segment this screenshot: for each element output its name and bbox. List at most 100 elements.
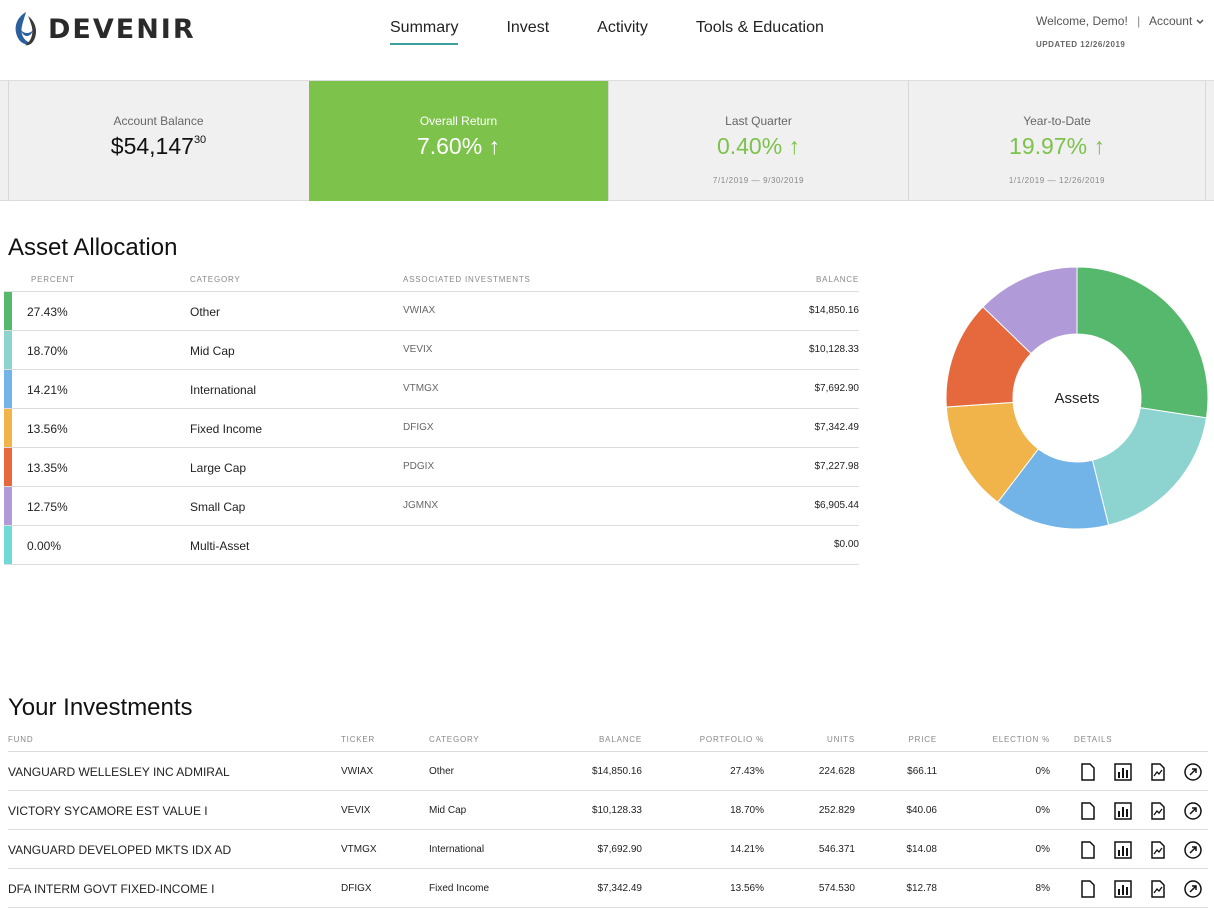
your-investments-title: Your Investments bbox=[8, 694, 193, 721]
fund-portfolio: 14.21% bbox=[730, 844, 764, 855]
external-link-icon[interactable] bbox=[1183, 879, 1203, 899]
allocation-row: 0.00% Multi-Asset $0.00 bbox=[4, 526, 859, 565]
category-swatch bbox=[4, 487, 12, 525]
account-menu[interactable]: Account bbox=[1149, 14, 1204, 28]
row-investments: PDGIX bbox=[403, 461, 435, 472]
external-link-icon[interactable] bbox=[1183, 762, 1203, 782]
table-header: PERCENT CATEGORY ASSOCIATED INVESTMENTS … bbox=[4, 270, 859, 292]
fund-name: VANGUARD DEVELOPED MKTS IDX AD bbox=[8, 843, 232, 857]
line-chart-icon[interactable] bbox=[1148, 762, 1168, 782]
fund-units: 574.530 bbox=[818, 883, 855, 894]
category-swatch bbox=[4, 292, 12, 330]
investment-row: VANGUARD WELLESLEY INC ADMIRAL VWIAX Other… bbox=[8, 752, 1208, 791]
document-icon[interactable] bbox=[1078, 879, 1098, 899]
col-fund: FUND bbox=[8, 735, 34, 744]
stat-last-quarter: Last Quarter 0.40% ↑ 7/1/2019 — 9/30/201… bbox=[608, 81, 908, 201]
brand-logo[interactable]: DEVENIR bbox=[10, 10, 196, 48]
fund-balance: $7,692.90 bbox=[597, 844, 643, 855]
nav-invest[interactable]: Invest bbox=[506, 19, 549, 45]
row-investments: VEVIX bbox=[403, 344, 433, 355]
assets-donut-chart: Assets bbox=[945, 266, 1210, 531]
main-nav: Summary Invest Activity Tools & Educatio… bbox=[390, 19, 872, 45]
investment-row: VICTORY SYCAMORE EST VALUE I VEVIX Mid Cap… bbox=[8, 791, 1208, 830]
row-balance: $7,342.49 bbox=[814, 422, 860, 433]
row-category: Multi-Asset bbox=[190, 539, 250, 553]
overall-return-value: 7.60% ↑ bbox=[416, 133, 501, 159]
row-percent: 13.35% bbox=[27, 461, 68, 475]
welcome-text: Welcome, Demo! bbox=[1036, 14, 1128, 28]
col-balance: BALANCE bbox=[599, 735, 642, 744]
line-chart-icon[interactable] bbox=[1148, 840, 1168, 860]
stat-label: Account Balance bbox=[113, 114, 204, 128]
fund-election: 0% bbox=[1035, 805, 1050, 816]
row-category: Fixed Income bbox=[190, 422, 263, 436]
fund-balance: $10,128.33 bbox=[591, 805, 642, 816]
ytd-range: 1/1/2019 — 12/26/2019 bbox=[1008, 176, 1106, 185]
row-investments: DFIGX bbox=[403, 422, 434, 433]
stat-overall-return: Overall Return 7.60% ↑ bbox=[309, 81, 608, 201]
document-icon[interactable] bbox=[1078, 840, 1098, 860]
fund-price: $12.78 bbox=[906, 883, 937, 894]
col-investments: ASSOCIATED INVESTMENTS bbox=[403, 275, 531, 284]
chevron-down-icon bbox=[1196, 19, 1204, 24]
row-balance: $10,128.33 bbox=[808, 344, 859, 355]
row-investments: VWIAX bbox=[403, 305, 436, 316]
brand-name: DEVENIR bbox=[48, 13, 196, 45]
row-category: Small Cap bbox=[190, 500, 246, 514]
nav-summary[interactable]: Summary bbox=[390, 19, 459, 45]
ytd-value: 19.97% ↑ bbox=[1009, 133, 1105, 159]
row-balance: $14,850.16 bbox=[808, 305, 859, 316]
fund-balance: $14,850.16 bbox=[591, 766, 642, 777]
row-investments: JGMNX bbox=[403, 500, 438, 511]
allocation-row: 12.75% Small Cap JGMNX $6,905.44 bbox=[4, 487, 859, 526]
fund-category: Mid Cap bbox=[429, 805, 467, 816]
fund-portfolio: 13.56% bbox=[730, 883, 764, 894]
account-balance-value: $54,14730 bbox=[9, 133, 308, 160]
category-swatch bbox=[4, 526, 12, 564]
col-category: CATEGORY bbox=[190, 275, 241, 284]
line-chart-icon[interactable] bbox=[1148, 879, 1168, 899]
allocation-row: 14.21% International VTMGX $7,692.90 bbox=[4, 370, 859, 409]
stat-label: Overall Return bbox=[419, 114, 498, 128]
line-chart-icon[interactable] bbox=[1148, 801, 1168, 821]
asset-allocation-title: Asset Allocation bbox=[8, 234, 178, 261]
row-balance: $6,905.44 bbox=[814, 500, 860, 511]
bar-chart-icon[interactable] bbox=[1113, 840, 1133, 860]
fund-portfolio: 18.70% bbox=[730, 805, 764, 816]
stat-label: Year-to-Date bbox=[1023, 114, 1091, 128]
row-category: Other bbox=[190, 305, 221, 319]
asset-allocation-table: PERCENT CATEGORY ASSOCIATED INVESTMENTS … bbox=[4, 270, 859, 565]
nav-tools-education[interactable]: Tools & Education bbox=[696, 19, 824, 45]
account-label: Account bbox=[1148, 14, 1193, 28]
external-link-icon[interactable] bbox=[1183, 840, 1203, 860]
stat-account-balance: Account Balance $54,14730 bbox=[8, 81, 308, 201]
bar-chart-icon[interactable] bbox=[1113, 801, 1133, 821]
donut-slice-mid-cap[interactable] bbox=[1091, 407, 1208, 526]
user-separator: | bbox=[1137, 14, 1141, 28]
bar-chart-icon[interactable] bbox=[1113, 762, 1133, 782]
col-balance: BALANCE bbox=[816, 275, 859, 284]
investments-table: FUND TICKER CATEGORY BALANCE PORTFOLIO %… bbox=[8, 730, 1208, 908]
allocation-row: 13.56% Fixed Income DFIGX $7,342.49 bbox=[4, 409, 859, 448]
fund-units: 224.628 bbox=[818, 766, 855, 777]
document-icon[interactable] bbox=[1078, 801, 1098, 821]
row-percent: 0.00% bbox=[27, 539, 62, 553]
fund-price: $66.11 bbox=[907, 766, 937, 777]
document-icon[interactable] bbox=[1078, 762, 1098, 782]
external-link-icon[interactable] bbox=[1183, 801, 1203, 821]
category-swatch bbox=[4, 331, 12, 369]
fund-ticker: VEVIX bbox=[341, 805, 371, 816]
fund-election: 0% bbox=[1035, 766, 1050, 777]
col-percent: PERCENT bbox=[31, 275, 75, 284]
fund-units: 546.371 bbox=[818, 844, 855, 855]
balance-dollars: $54,147 bbox=[110, 133, 194, 159]
nav-activity[interactable]: Activity bbox=[597, 19, 648, 45]
investment-row: VANGUARD DEVELOPED MKTS IDX AD VTMGX Inter… bbox=[8, 830, 1208, 869]
devenir-logo-icon bbox=[15, 12, 36, 46]
row-percent: 18.70% bbox=[27, 344, 68, 358]
bar-chart-icon[interactable] bbox=[1113, 879, 1133, 899]
col-price: PRICE bbox=[908, 735, 937, 744]
last-quarter-range: 7/1/2019 — 9/30/2019 bbox=[712, 176, 805, 185]
row-category: Mid Cap bbox=[190, 344, 235, 358]
row-investments: VTMGX bbox=[403, 383, 439, 394]
